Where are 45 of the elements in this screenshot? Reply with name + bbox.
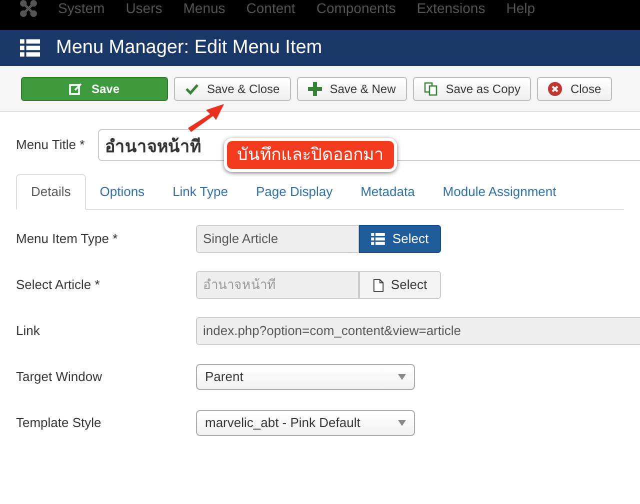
- caret-icon: [398, 374, 406, 380]
- dropdown[interactable]: marvelic_abt - Pink Default: [196, 410, 415, 436]
- field-label: Menu Item Type *: [16, 230, 119, 248]
- list-icon: [20, 39, 40, 57]
- tab[interactable]: Page Display: [242, 174, 347, 210]
- copy-icon: [424, 82, 438, 96]
- logo-icon: [20, 0, 37, 17]
- tab[interactable]: Options: [86, 174, 159, 210]
- toolbar-button[interactable]: Save & New: [296, 76, 407, 100]
- tab[interactable]: Metadata: [346, 174, 429, 210]
- edit-icon: [69, 82, 84, 96]
- tab[interactable]: Module Assignment: [428, 174, 570, 210]
- page-title: Menu Manager: Edit Menu Item: [56, 36, 322, 60]
- select-button[interactable]: Select: [359, 225, 441, 253]
- list-icon: [371, 233, 386, 245]
- toolbar-button[interactable]: Save: [21, 76, 168, 100]
- menu-item[interactable]: Components: [316, 0, 396, 16]
- field-label: Target Window: [16, 368, 103, 386]
- field-label: Menu Title *: [16, 136, 86, 154]
- menu-item[interactable]: Extensions: [416, 0, 486, 16]
- field-label: Link: [16, 322, 41, 340]
- toolbar-button[interactable]: Save as Copy: [412, 76, 532, 100]
- arrow-annotation: [186, 102, 226, 132]
- tab[interactable]: Link Type: [158, 174, 242, 210]
- menu-item[interactable]: Menus: [183, 0, 226, 16]
- document-icon: [372, 278, 384, 292]
- menu-item[interactable]: Users: [126, 0, 162, 16]
- readonly-field: อำนาจหน้าที: [196, 271, 359, 299]
- link-field: index.php?option=com_content&view=article: [196, 317, 640, 345]
- toolbar-button[interactable]: Close: [537, 76, 612, 100]
- select-button[interactable]: Select: [359, 271, 441, 299]
- check-icon: [185, 82, 199, 96]
- menu-item[interactable]: Content: [246, 0, 296, 16]
- menu-item[interactable]: System: [58, 0, 105, 16]
- caret-icon: [398, 420, 406, 426]
- field-label: Template Style: [16, 414, 102, 432]
- tab[interactable]: Details: [16, 174, 86, 210]
- dropdown[interactable]: Parent: [196, 364, 415, 390]
- plus-icon: [308, 82, 322, 96]
- toolbar-button[interactable]: Save & Close: [174, 76, 291, 100]
- close-icon: [548, 82, 562, 96]
- callout: บันทึกและปิดออกมา: [224, 138, 397, 172]
- field-label: Select Article *: [16, 276, 101, 294]
- menu-item[interactable]: Help: [506, 0, 535, 16]
- readonly-field: Single Article: [196, 225, 359, 253]
